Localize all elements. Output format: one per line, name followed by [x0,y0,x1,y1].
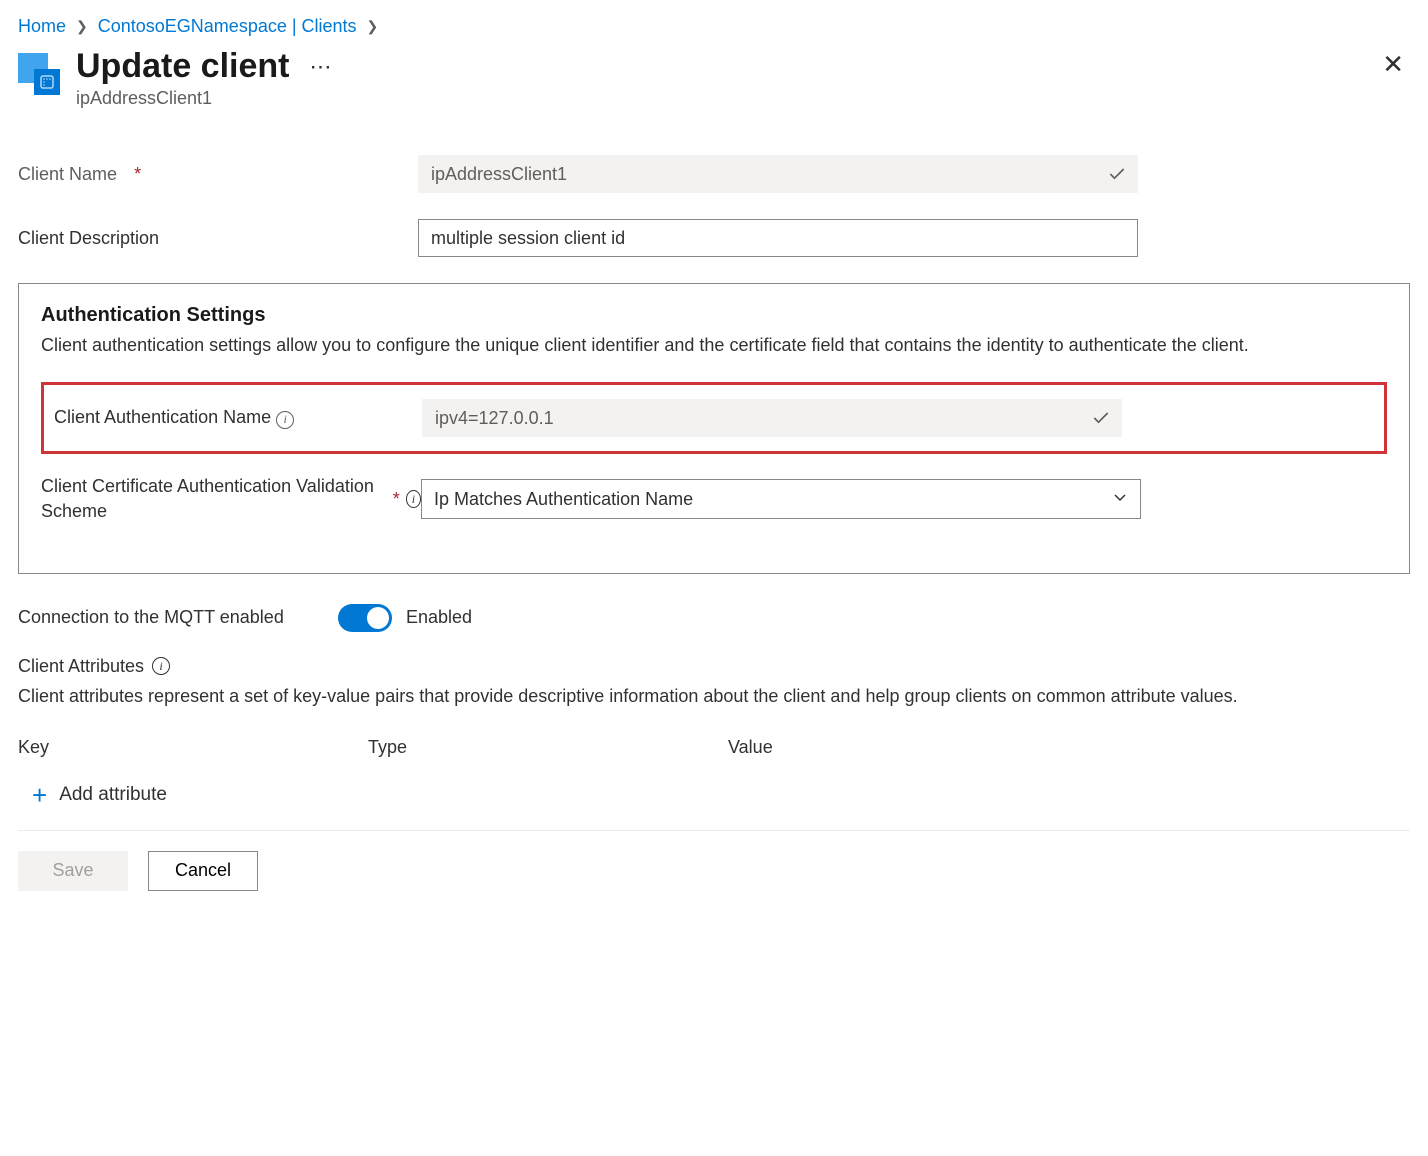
authentication-settings-section: Authentication Settings Client authentic… [18,283,1410,574]
mqtt-enabled-label: Connection to the MQTT enabled [18,607,338,628]
page-subtitle: ipAddressClient1 [76,88,333,109]
client-name-field: ipAddressClient1 [418,155,1138,193]
auth-name-field: ipv4=127.0.0.1 [422,399,1122,437]
info-icon[interactable]: i [406,490,421,508]
mqtt-enabled-status: Enabled [406,607,472,628]
client-attributes-description: Client attributes represent a set of key… [18,683,1410,709]
more-actions-button[interactable]: ⋯ [309,54,333,80]
check-icon [1107,164,1127,184]
footer-actions: Save Cancel [18,830,1410,891]
auth-settings-description: Client authentication settings allow you… [41,333,1387,358]
auth-name-label: Client Authentication Name i [54,407,422,429]
page-header: Update client ⋯ ipAddressClient1 ✕ [18,47,1410,109]
auth-name-row-highlight: Client Authentication Name i ipv4=127.0.… [41,382,1387,454]
validation-scheme-select[interactable]: Ip Matches Authentication Name [421,479,1141,519]
check-icon [1091,408,1111,428]
client-name-label: Client Name * [18,164,418,185]
attributes-table-header: Key Type Value [18,737,1410,758]
save-button[interactable]: Save [18,851,128,891]
client-icon [18,53,60,95]
attributes-col-key: Key [18,737,368,758]
info-icon[interactable]: i [276,411,294,429]
client-description-label: Client Description [18,228,418,249]
plus-icon: + [32,782,47,808]
chevron-right-icon: ❯ [76,18,88,35]
validation-scheme-label: Client Certificate Authentication Valida… [41,474,421,524]
page-title: Update client [76,47,289,86]
required-indicator: * [134,164,141,185]
client-attributes-heading: Client Attributes [18,656,144,677]
close-button[interactable]: ✕ [1382,51,1404,77]
breadcrumb: Home ❯ ContosoEGNamespace | Clients ❯ [18,16,1410,37]
breadcrumb-home[interactable]: Home [18,16,66,37]
auth-settings-heading: Authentication Settings [41,304,1387,327]
attributes-col-value: Value [728,737,1410,758]
chevron-right-icon: ❯ [367,18,379,35]
chevron-down-icon [1112,489,1128,510]
cancel-button[interactable]: Cancel [148,851,258,891]
client-description-input[interactable] [418,219,1138,257]
mqtt-enabled-toggle[interactable] [338,604,392,632]
add-attribute-button[interactable]: + Add attribute [18,778,1410,826]
info-icon[interactable]: i [152,657,170,675]
attributes-col-type: Type [368,737,728,758]
required-indicator: * [393,487,400,512]
breadcrumb-namespace[interactable]: ContosoEGNamespace | Clients [98,16,357,37]
